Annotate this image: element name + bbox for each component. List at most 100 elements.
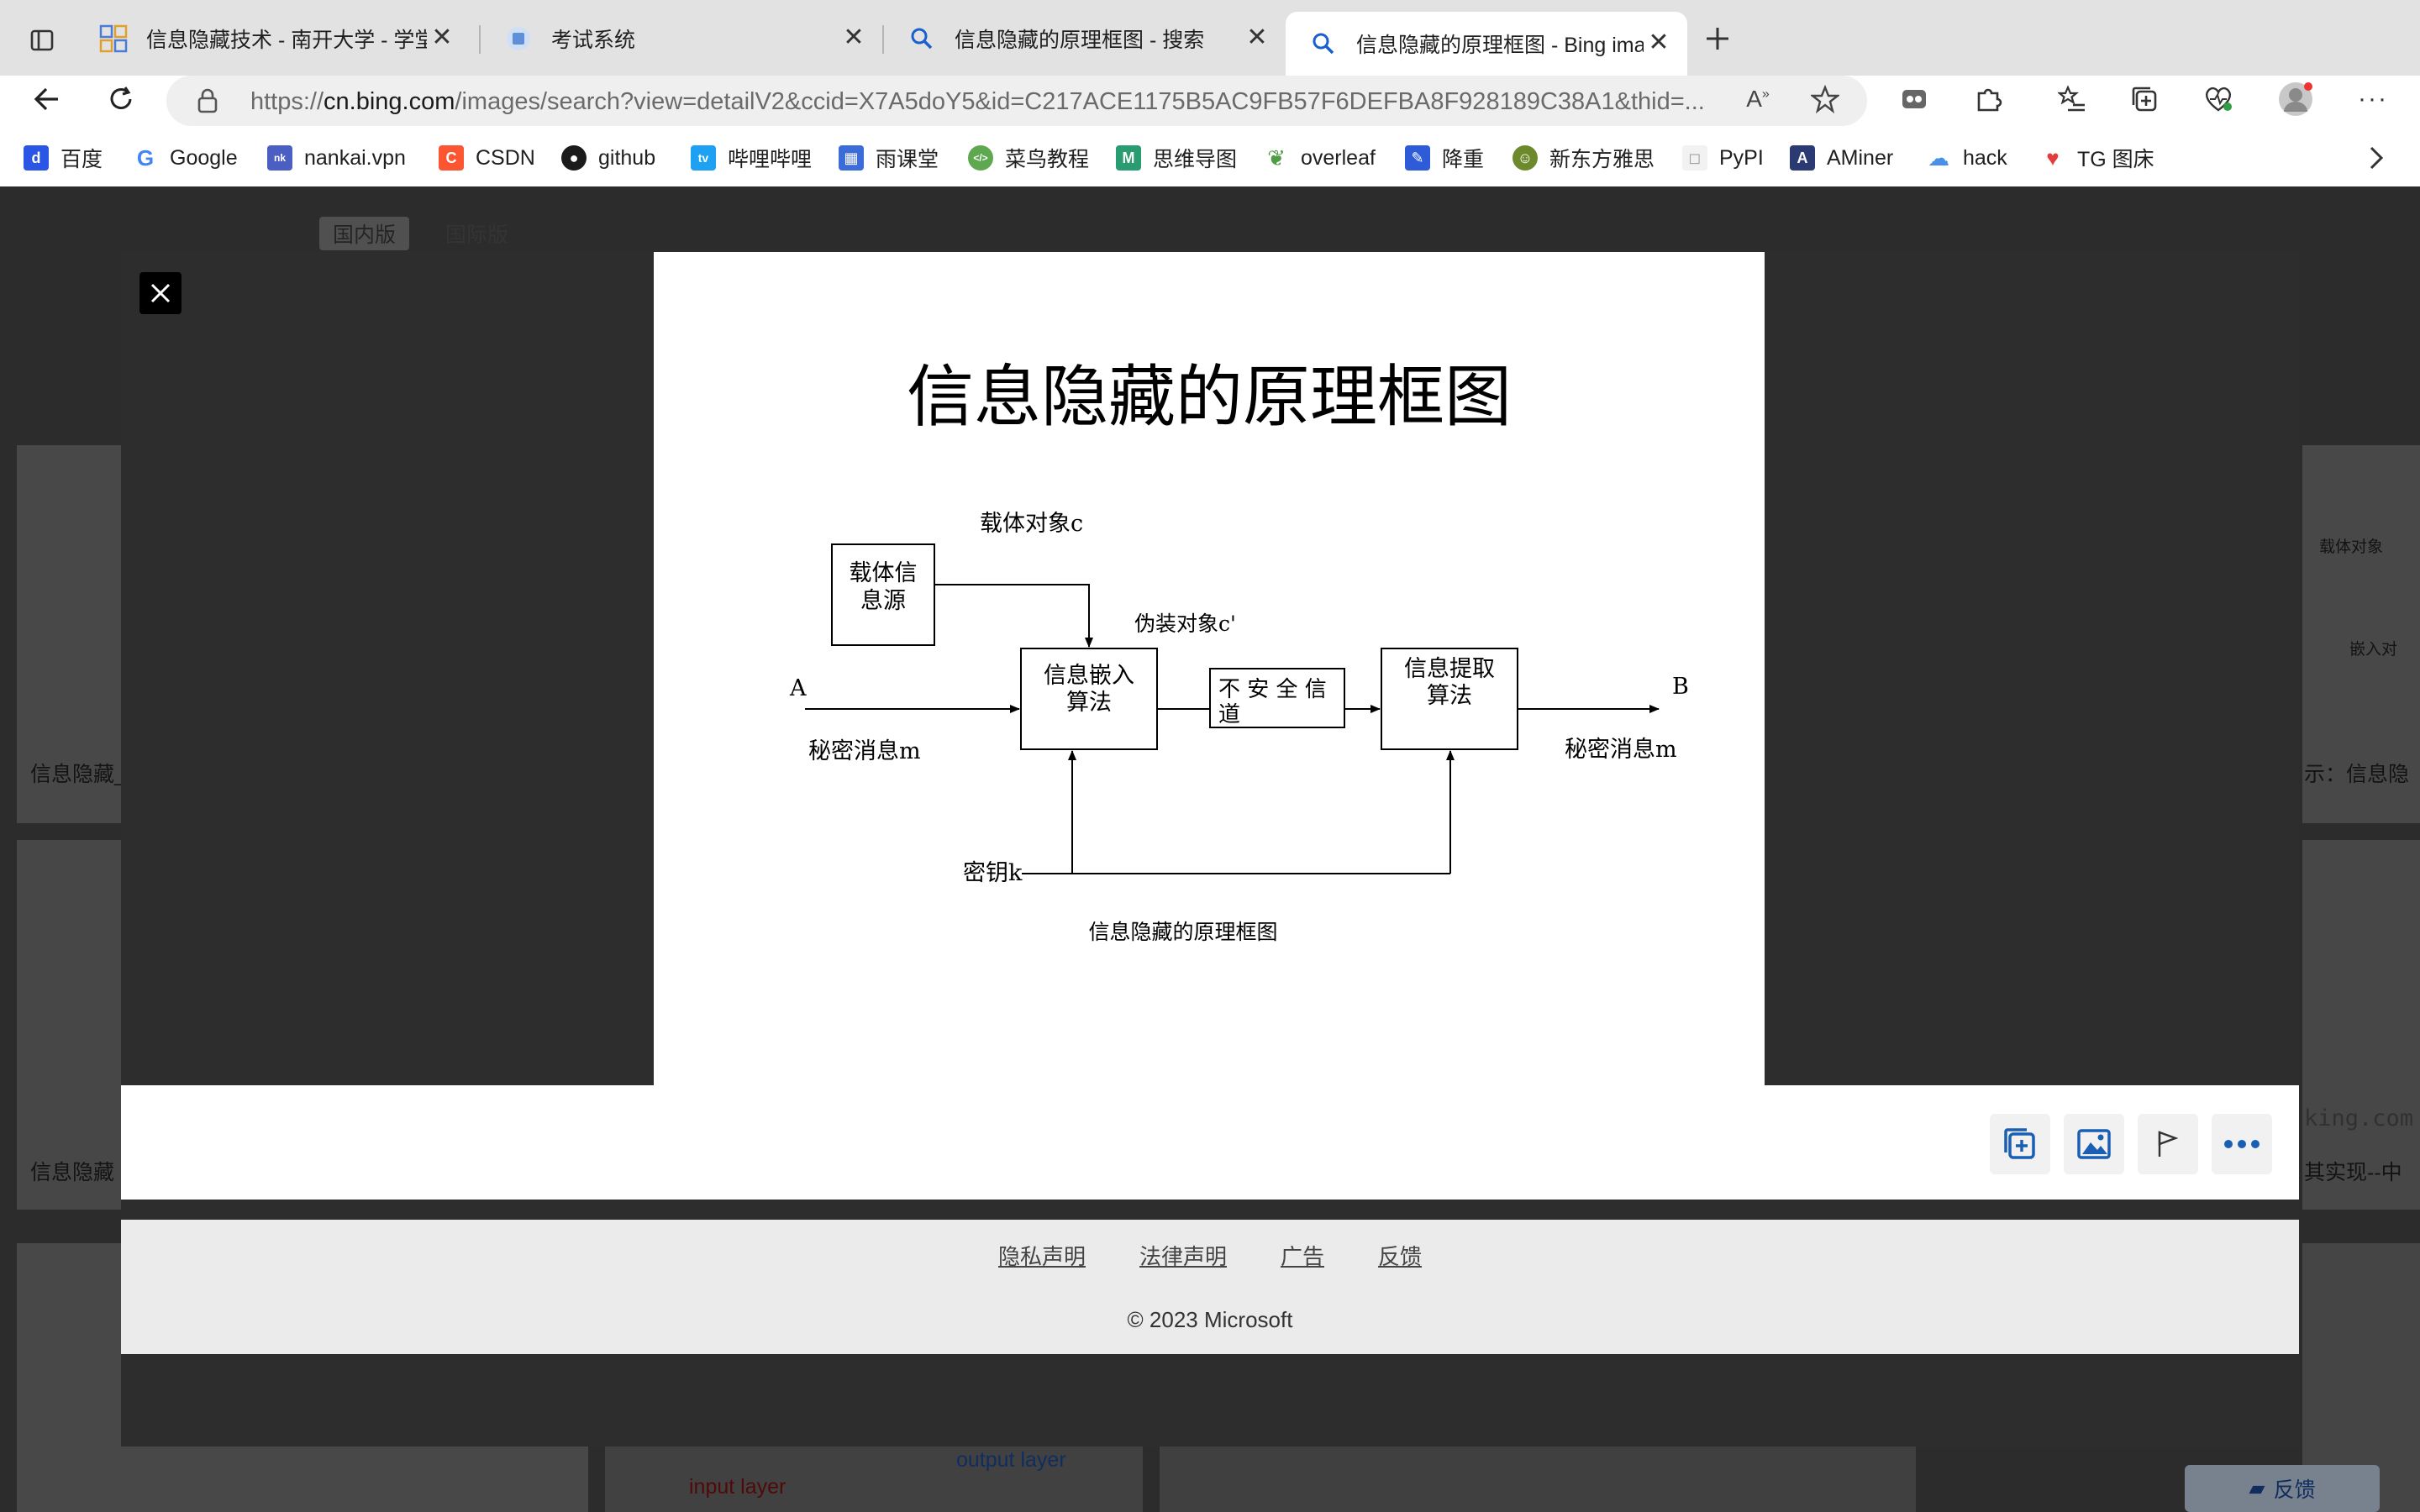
- baidu-icon: d: [24, 145, 49, 171]
- tab-actions-icon[interactable]: [18, 17, 66, 64]
- close-icon: [150, 283, 171, 303]
- tab-title: 信息隐藏的原理框图 - Bing images: [1356, 34, 1644, 57]
- diagram-image: 信息隐藏的原理框图 载体信 息源 载体对象c 信息嵌入 算法 伪装对象c' 不 …: [789, 358, 1689, 944]
- embed-algorithm-label: 算法: [1066, 690, 1112, 716]
- more-options-button[interactable]: [2212, 1114, 2272, 1174]
- bookmark-runoob[interactable]: </> 菜鸟教程: [968, 141, 1089, 175]
- tab-title: 信息隐藏的原理框图 - 搜索: [955, 29, 1205, 52]
- close-tab-icon[interactable]: ✕: [839, 24, 869, 54]
- extract-algorithm-label: 算法: [1427, 683, 1472, 709]
- carrier-arrow: [934, 584, 1093, 648]
- flag-icon: [2158, 1131, 2179, 1157]
- close-tab-icon[interactable]: ✕: [1242, 24, 1272, 54]
- address-bar[interactable]: https://cn.bing.com/images/search?view=d…: [166, 76, 1867, 126]
- new-tab-icon[interactable]: [1694, 15, 1741, 62]
- secret-message-out-label: 秘密消息m: [1565, 737, 1677, 763]
- carrier-source-label: 载体信: [850, 560, 918, 586]
- figure-caption: 信息隐藏的原理框图: [1088, 920, 1277, 944]
- bookmark-xdf-ielts[interactable]: ☺ 新东方雅思: [1512, 141, 1655, 175]
- report-button[interactable]: [2138, 1114, 2198, 1174]
- favorites-list-icon[interactable]: [2049, 76, 2096, 123]
- google-icon: G: [133, 145, 158, 171]
- performance-heart-icon[interactable]: [2195, 76, 2242, 123]
- disguised-object-label: 伪装对象c': [1134, 612, 1236, 636]
- bookmark-yuketang[interactable]: ▦ 雨课堂: [839, 141, 939, 175]
- csdn-icon: C: [439, 145, 464, 171]
- bookmark-mindmap[interactable]: M 思维导图: [1116, 141, 1237, 175]
- cloud-icon: ☁: [1926, 144, 1951, 171]
- aminer-icon: A: [1790, 145, 1815, 171]
- extract-algorithm-label: 信息提取: [1404, 656, 1495, 682]
- close-tab-icon[interactable]: ✕: [427, 24, 457, 54]
- pypi-icon: ◻: [1682, 145, 1707, 171]
- url-text[interactable]: https://cn.bing.com/images/search?view=d…: [250, 88, 1813, 116]
- bookmark-bilibili[interactable]: tv 哔哩哔哩: [691, 141, 812, 175]
- extension-icon[interactable]: [1891, 76, 1938, 123]
- close-tab-icon[interactable]: ✕: [1644, 29, 1674, 59]
- image-action-bar: [121, 1085, 2299, 1200]
- search-favicon-icon: [1309, 29, 1338, 58]
- bookmarks-overflow-chevron-icon[interactable]: [2353, 134, 2400, 181]
- copyright-text: © 2023 Microsoft: [1127, 1307, 1293, 1332]
- tab-title: 考试系统: [551, 29, 636, 52]
- collections-icon[interactable]: [2121, 76, 2168, 123]
- tab-bing-search[interactable]: 信息隐藏的原理框图 - 搜索 ✕: [884, 12, 1286, 66]
- nankai-icon: nk: [267, 145, 292, 171]
- tab-bing-images-active[interactable]: 信息隐藏的原理框图 - Bing images ✕: [1286, 12, 1687, 76]
- preview-image[interactable]: 信息隐藏的原理框图 载体信 息源 载体对象c 信息嵌入 算法 伪装对象c' 不 …: [654, 252, 1765, 1085]
- tab-title: 信息隐藏技术 - 南开大学 - 学堂在线: [146, 29, 427, 52]
- feedback-link[interactable]: 反馈: [1378, 1240, 1422, 1271]
- collection-add-icon: [2004, 1128, 2035, 1159]
- runoob-icon: </>: [968, 145, 993, 171]
- more-menu-icon[interactable]: ···: [2349, 76, 2396, 123]
- bookmark-jiangzhong[interactable]: ✎ 降重: [1405, 141, 1484, 175]
- bookmark-google[interactable]: G Google: [133, 141, 238, 175]
- exam-favicon-icon: [504, 24, 533, 53]
- heart-icon: ♥: [2040, 145, 2065, 171]
- pen-icon: ✎: [1405, 145, 1430, 171]
- channel-label: 道: [1218, 702, 1240, 727]
- favorite-star-icon[interactable]: [1802, 76, 1849, 123]
- bookmark-aminer[interactable]: A AMiner: [1790, 141, 1893, 175]
- more-dots-icon: [2224, 1140, 2260, 1148]
- refresh-icon[interactable]: [97, 76, 145, 123]
- secret-message-in-label: 秘密消息m: [808, 738, 921, 764]
- lock-icon[interactable]: [197, 87, 218, 118]
- key-label: 密钥k: [963, 860, 1023, 886]
- bookmark-csdn[interactable]: C CSDN: [439, 141, 535, 175]
- xdf-icon: ☺: [1512, 145, 1538, 171]
- ads-link[interactable]: 广告: [1281, 1240, 1324, 1271]
- xuetang-favicon-icon: [99, 24, 128, 53]
- add-to-collection-button[interactable]: [1990, 1114, 2050, 1174]
- back-arrow-icon[interactable]: [24, 76, 71, 123]
- mindmap-icon: M: [1116, 145, 1141, 171]
- privacy-link[interactable]: 隐私声明: [998, 1240, 1086, 1271]
- point-a-label: A: [789, 675, 807, 701]
- extensions-puzzle-icon[interactable]: [1965, 76, 2012, 123]
- yuketang-icon: ▦: [839, 145, 864, 171]
- overleaf-icon: ❦: [1264, 145, 1289, 171]
- search-favicon-icon: [908, 24, 936, 53]
- bookmark-baidu[interactable]: d 百度: [24, 141, 103, 175]
- bookmark-overleaf[interactable]: ❦ overleaf: [1264, 141, 1376, 175]
- tab-exam-system[interactable]: 考试系统 ✕: [481, 12, 882, 66]
- bookmark-hack[interactable]: ☁ hack: [1926, 141, 2007, 175]
- bookmark-github[interactable]: ● github: [561, 141, 655, 175]
- bilibili-icon: tv: [691, 145, 716, 171]
- bookmark-nankai-vpn[interactable]: nk nankai.vpn: [267, 141, 406, 175]
- legal-link[interactable]: 法律声明: [1139, 1240, 1227, 1271]
- read-aloud-icon[interactable]: A»: [1734, 76, 1781, 123]
- profile-avatar-icon[interactable]: [2272, 76, 2319, 123]
- github-icon: ●: [561, 145, 587, 171]
- visual-search-button[interactable]: [2064, 1114, 2124, 1174]
- carrier-object-label: 载体对象c: [980, 511, 1083, 537]
- bookmark-tg-tuchuang[interactable]: ♥ TG 图床: [2040, 141, 2154, 175]
- close-modal-button[interactable]: [139, 272, 182, 314]
- image-icon: [2077, 1129, 2111, 1159]
- carrier-source-label: 息源: [860, 588, 906, 614]
- tab-xuetangx[interactable]: 信息隐藏技术 - 南开大学 - 学堂在线 ✕: [76, 12, 471, 66]
- bookmark-pypi[interactable]: ◻ PyPI: [1682, 141, 1764, 175]
- figure-title: 信息隐藏的原理框图: [907, 358, 1512, 436]
- embed-algorithm-label: 信息嵌入: [1044, 663, 1134, 689]
- channel-label: 不 安 全 信: [1218, 677, 1327, 702]
